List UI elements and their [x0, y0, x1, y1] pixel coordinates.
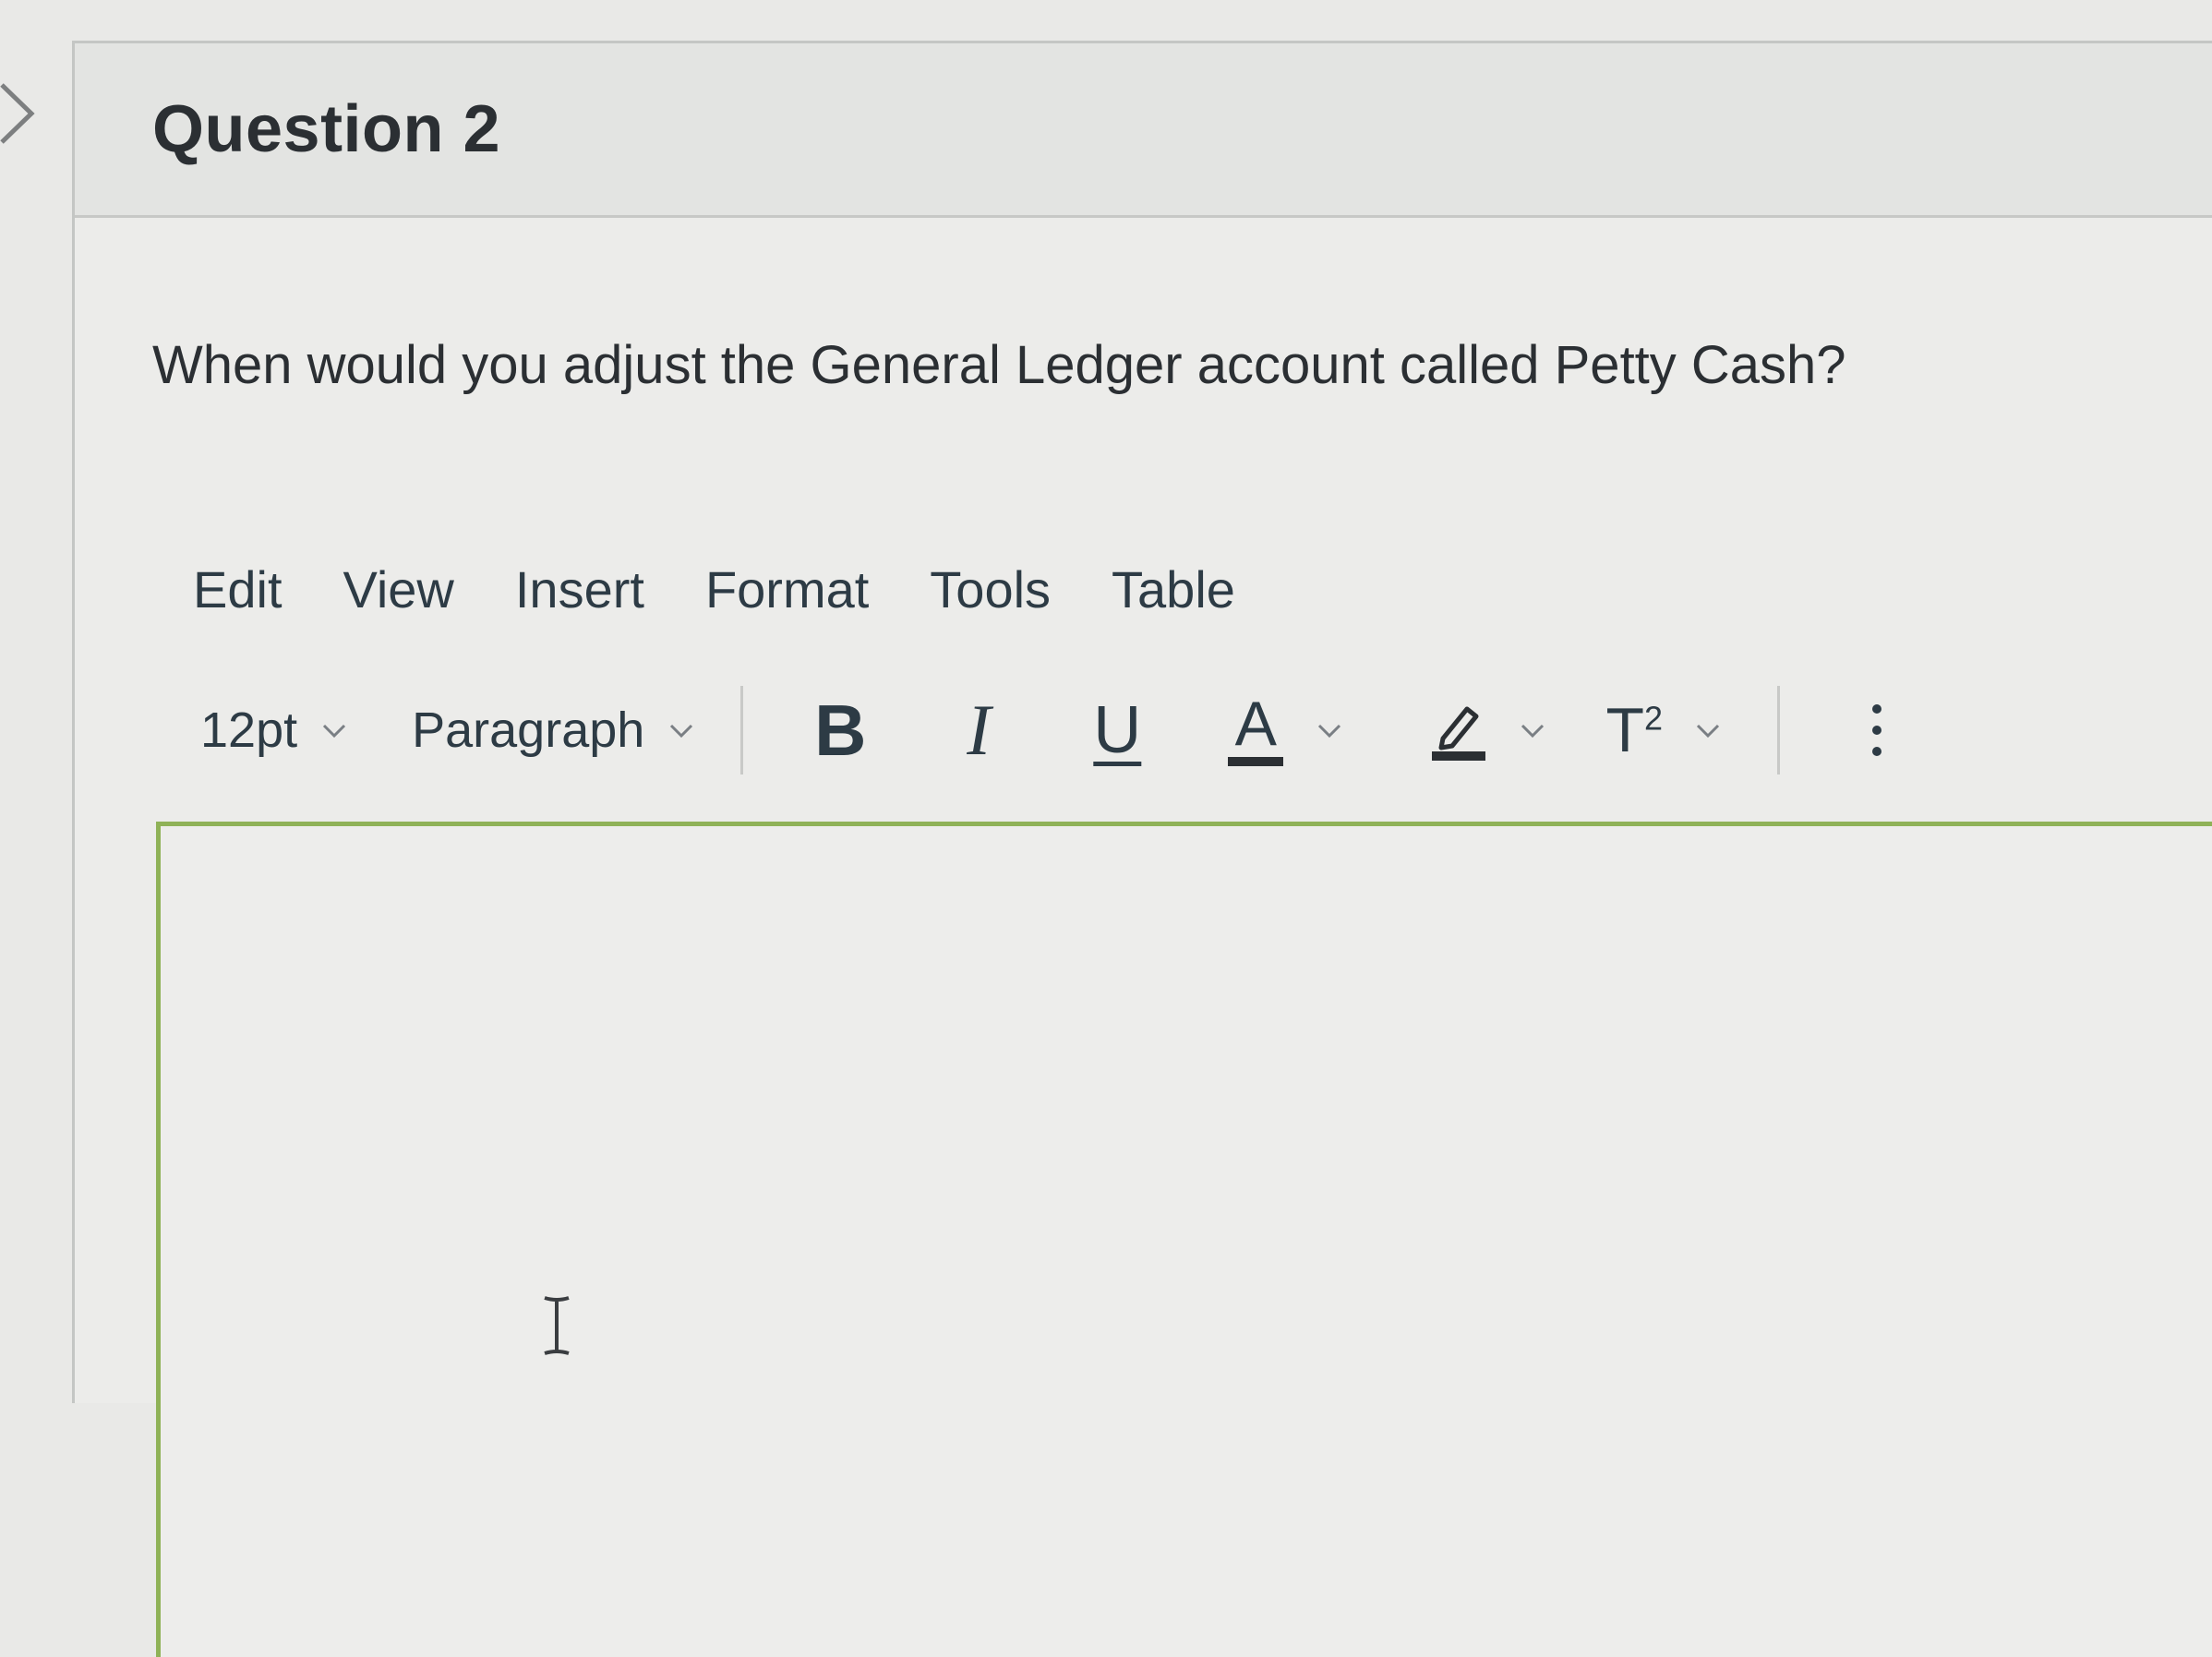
- more-button[interactable]: [1826, 684, 1928, 776]
- chevron-down-icon[interactable]: [1694, 716, 1722, 744]
- question-title: Question 2: [152, 92, 501, 166]
- superscript-icon: T2: [1606, 694, 1664, 766]
- text-cursor-icon: [544, 1296, 570, 1355]
- bold-icon: B: [814, 689, 867, 771]
- superscript-exponent: 2: [1644, 699, 1664, 738]
- menu-insert[interactable]: Insert: [515, 559, 644, 619]
- font-size-select[interactable]: 12pt: [200, 702, 347, 759]
- chevron-down-icon: [323, 724, 346, 738]
- italic-icon: I: [967, 690, 992, 770]
- menu-format[interactable]: Format: [705, 559, 869, 619]
- underline-icon: U: [1093, 693, 1142, 767]
- collapse-arrow-icon[interactable]: [0, 81, 39, 146]
- toolbar-divider: [740, 686, 744, 774]
- chevron-down-icon[interactable]: [1316, 716, 1343, 744]
- question-header: Question 2: [75, 43, 2212, 218]
- block-format-select[interactable]: Paragraph: [412, 702, 694, 759]
- menu-edit[interactable]: Edit: [193, 559, 283, 619]
- superscript-base: T: [1605, 695, 1645, 765]
- underline-button[interactable]: U: [1066, 684, 1168, 776]
- question-body: When would you adjust the General Ledger…: [75, 218, 2212, 1657]
- chevron-down-icon: [670, 724, 693, 738]
- more-icon: [1872, 704, 1882, 756]
- font-size-value: 12pt: [200, 702, 298, 758]
- highlight-icon: [1432, 706, 1486, 761]
- superscript-button[interactable]: T2: [1583, 684, 1685, 776]
- menu-view[interactable]: View: [343, 559, 454, 619]
- text-color-swatch: [1228, 757, 1284, 766]
- block-format-value: Paragraph: [412, 702, 645, 758]
- toolbar-divider: [1777, 686, 1781, 774]
- question-panel: Question 2 When would you adjust the Gen…: [72, 41, 2212, 1657]
- italic-button[interactable]: I: [928, 684, 1029, 776]
- chevron-down-icon[interactable]: [1519, 716, 1546, 744]
- question-text: When would you adjust the General Ledger…: [152, 335, 1846, 395]
- highlight-button[interactable]: [1408, 684, 1509, 776]
- text-color-button[interactable]: A: [1205, 684, 1306, 776]
- text-color-icon: A: [1234, 689, 1277, 759]
- bold-button[interactable]: B: [789, 684, 891, 776]
- rich-text-editor[interactable]: [156, 822, 2212, 1657]
- editor-menubar: Edit View Insert Format Tools Table: [193, 559, 1296, 619]
- editor-toolbar: 12pt Paragraph B I U A T2: [200, 679, 2158, 781]
- menu-table[interactable]: Table: [1112, 559, 1235, 619]
- menu-tools[interactable]: Tools: [930, 559, 1051, 619]
